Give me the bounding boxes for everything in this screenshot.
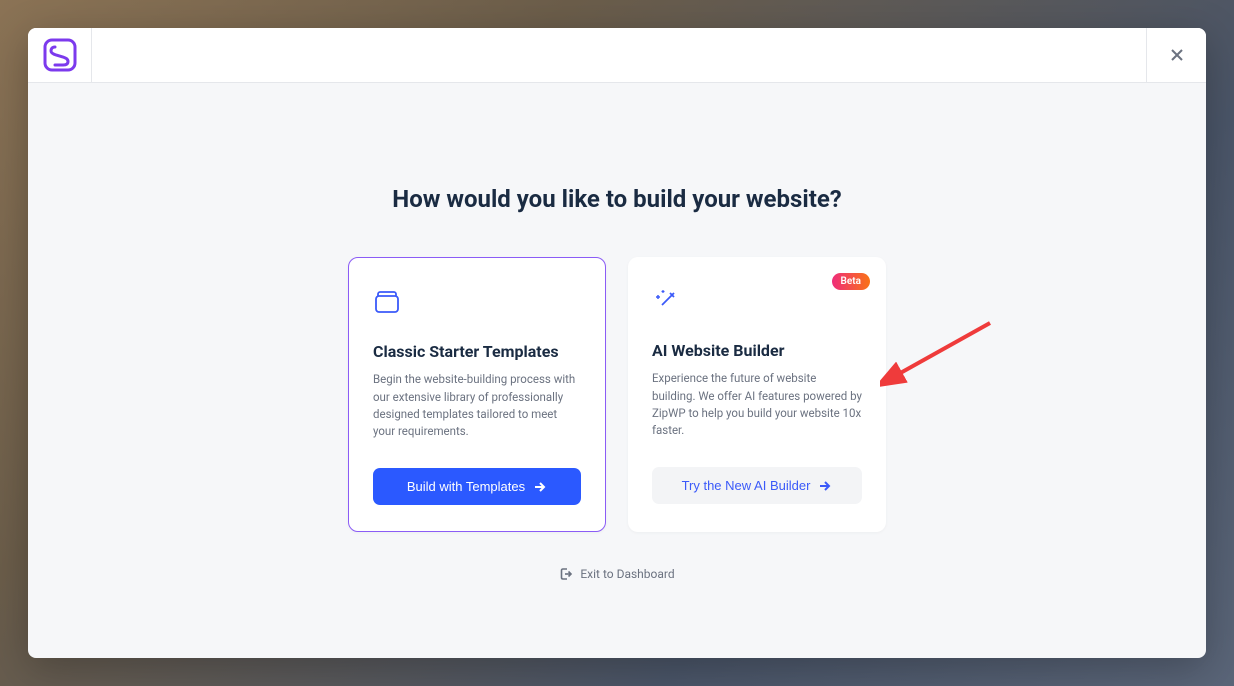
card-desc-classic: Begin the website-building process with … [373,371,581,440]
options-row: Classic Starter Templates Begin the webs… [68,257,1166,532]
arrow-right-icon [533,480,547,494]
magic-wand-icon [652,287,680,315]
modal-header [28,28,1206,83]
close-button[interactable] [1146,28,1206,83]
try-ai-builder-button[interactable]: Try the New AI Builder [652,467,862,504]
page-title: How would you like to build your website… [68,183,1166,215]
exit-dashboard-link[interactable]: Exit to Dashboard [559,567,674,581]
arrow-right-icon [818,479,832,493]
build-templates-button[interactable]: Build with Templates [373,468,581,505]
box-icon [373,288,401,316]
logo-container[interactable] [28,28,92,83]
exit-label: Exit to Dashboard [580,567,674,581]
modal-content: How would you like to build your website… [28,83,1206,625]
button-label: Try the New AI Builder [682,478,811,493]
close-icon [1168,46,1186,64]
card-desc-ai: Experience the future of website buildin… [652,370,862,439]
option-card-ai[interactable]: Beta AI Website Builder Experience the f… [628,257,886,532]
app-logo-icon [43,38,77,72]
exit-icon [559,567,573,581]
button-label: Build with Templates [407,479,525,494]
beta-badge: Beta [832,273,870,290]
card-title-classic: Classic Starter Templates [373,342,581,361]
onboarding-modal: How would you like to build your website… [28,28,1206,658]
card-title-ai: AI Website Builder [652,341,862,360]
option-card-classic[interactable]: Classic Starter Templates Begin the webs… [348,257,606,532]
